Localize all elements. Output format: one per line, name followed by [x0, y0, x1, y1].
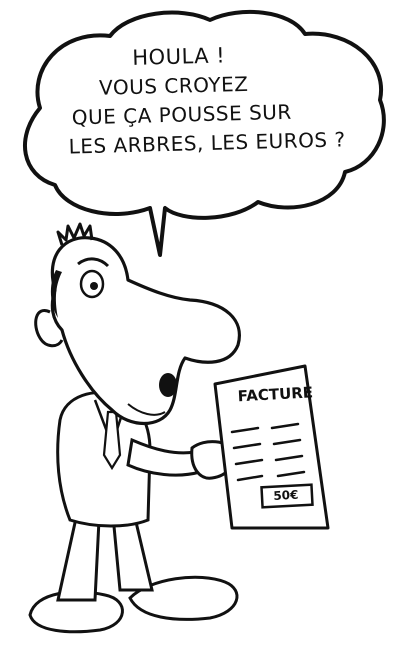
tie — [102, 410, 122, 471]
pupil — [90, 282, 98, 290]
right-arm — [126, 437, 202, 477]
mouth — [159, 373, 177, 397]
speech-bubble-text: HOULA ! VOUS CROYEZ QUE ÇA POUSSE SUR LE… — [50, 37, 383, 162]
invoice-amount: 50€ — [273, 487, 299, 503]
cartoon-panel: HOULA ! VOUS CROYEZ QUE ÇA POUSSE SUR LE… — [0, 0, 400, 652]
